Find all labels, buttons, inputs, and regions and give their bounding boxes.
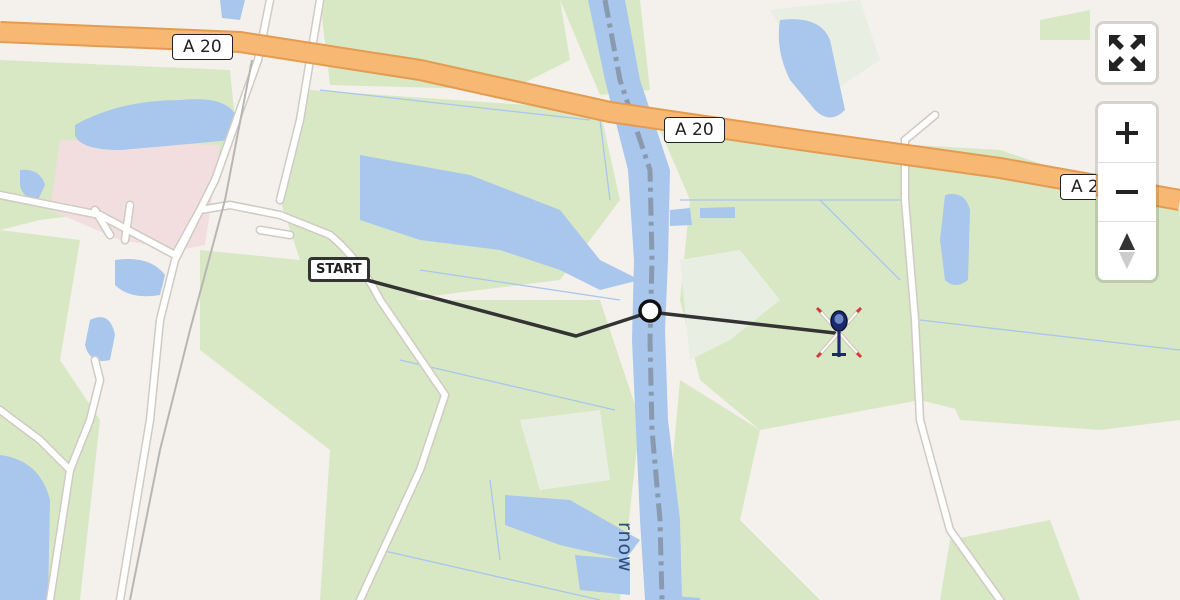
map-canvas[interactable] xyxy=(0,0,1180,600)
river-label: rnow xyxy=(614,522,636,573)
compass-icon xyxy=(1119,233,1135,269)
zoom-out-button[interactable] xyxy=(1098,162,1156,221)
road-shield: A 20 xyxy=(664,117,725,143)
zoom-in-button[interactable] xyxy=(1098,104,1156,162)
fullscreen-button[interactable] xyxy=(1098,24,1156,82)
minus-icon xyxy=(1116,190,1138,194)
road-shield-clip: A 20 xyxy=(1060,174,1096,204)
road-shield: A 20 xyxy=(1060,174,1096,200)
fullscreen-icon xyxy=(1109,35,1145,71)
zoom-controls xyxy=(1098,104,1156,280)
route-waypoint xyxy=(638,299,662,323)
route-start-label: START xyxy=(308,257,370,282)
plus-icon xyxy=(1116,122,1138,144)
compass-button[interactable] xyxy=(1098,221,1156,280)
fullscreen-control xyxy=(1098,24,1156,82)
road-shield: A 20 xyxy=(172,34,233,60)
